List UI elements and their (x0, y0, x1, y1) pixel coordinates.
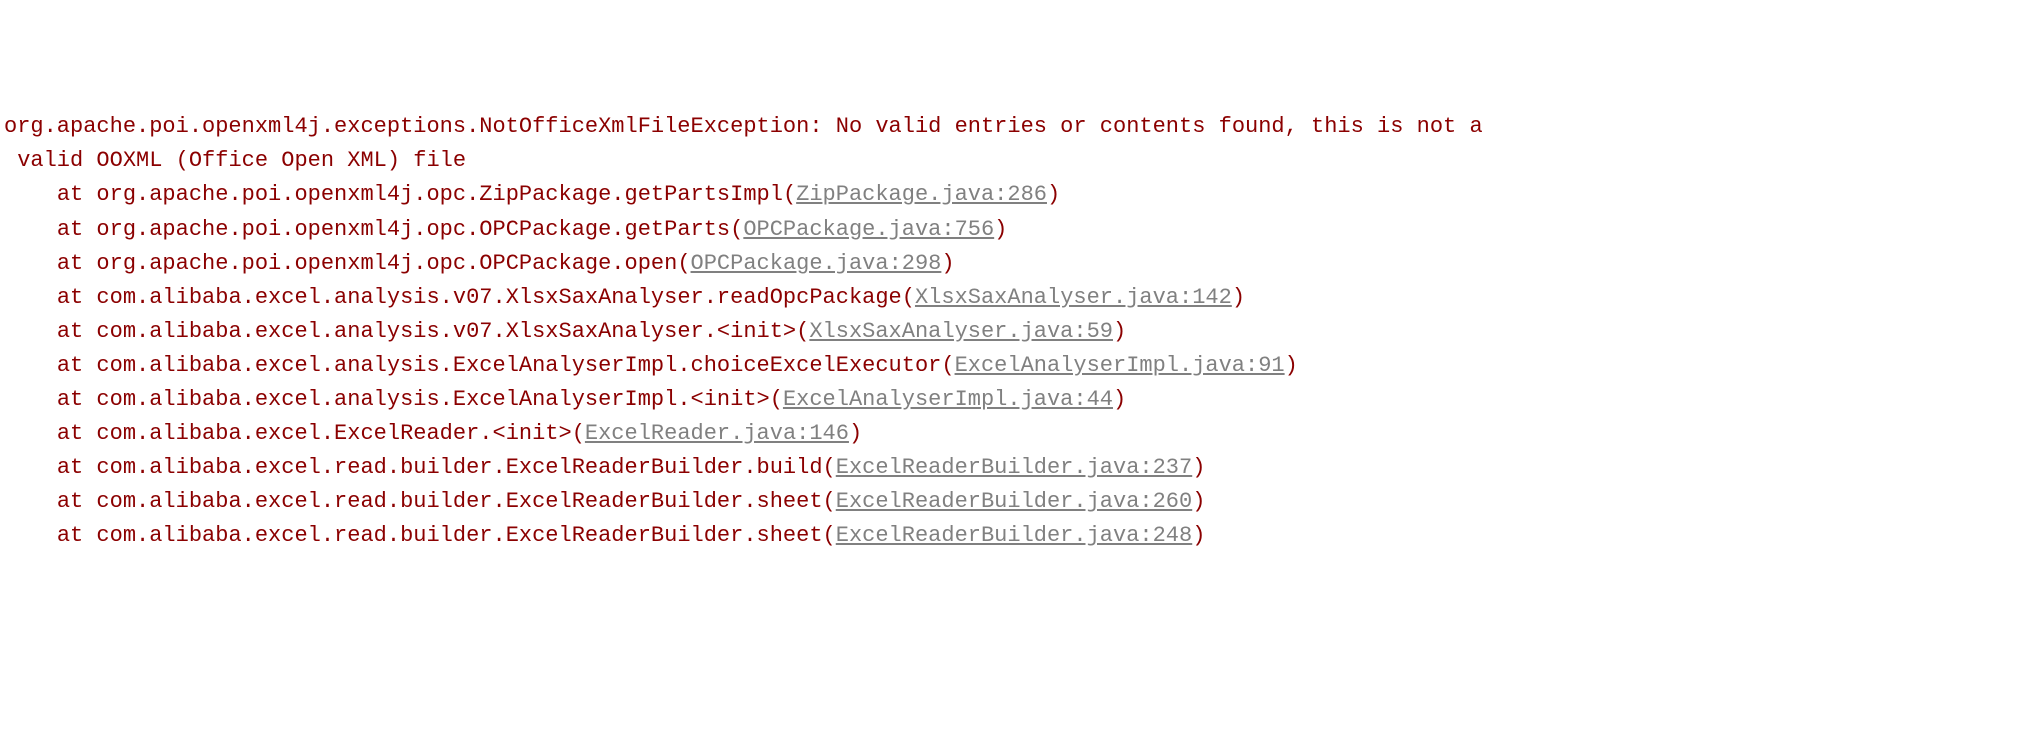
stacktrace-container: org.apache.poi.openxml4j.exceptions.NotO… (4, 110, 2040, 553)
stack-frame: at com.alibaba.excel.analysis.ExcelAnaly… (4, 349, 2040, 383)
at-keyword: at (57, 523, 83, 548)
paren-open: ( (770, 387, 783, 412)
stack-lines: at org.apache.poi.openxml4j.opc.ZipPacka… (4, 178, 2040, 553)
at-keyword: at (57, 421, 83, 446)
paren-open: ( (572, 421, 585, 446)
paren-open: ( (796, 319, 809, 344)
paren-close: ) (1192, 523, 1205, 548)
at-keyword: at (57, 489, 83, 514)
at-keyword: at (57, 353, 83, 378)
stack-file-link[interactable]: ExcelReaderBuilder.java:237 (836, 455, 1192, 480)
stack-frame: at com.alibaba.excel.read.builder.ExcelR… (4, 485, 2040, 519)
paren-close: ) (1232, 285, 1245, 310)
stack-file-link[interactable]: ExcelReaderBuilder.java:248 (836, 523, 1192, 548)
stack-method: com.alibaba.excel.read.builder.ExcelRead… (96, 489, 822, 514)
stack-frame: at com.alibaba.excel.analysis.ExcelAnaly… (4, 383, 2040, 417)
stack-method: org.apache.poi.openxml4j.opc.OPCPackage.… (96, 251, 677, 276)
stack-frame: at com.alibaba.excel.ExcelReader.<init>(… (4, 417, 2040, 451)
at-keyword: at (57, 319, 83, 344)
at-keyword: at (57, 217, 83, 242)
paren-open: ( (677, 251, 690, 276)
paren-open: ( (941, 353, 954, 378)
at-keyword: at (57, 251, 83, 276)
stack-method: com.alibaba.excel.analysis.v07.XlsxSaxAn… (96, 285, 901, 310)
stack-method: org.apache.poi.openxml4j.opc.OPCPackage.… (96, 217, 730, 242)
at-keyword: at (57, 387, 83, 412)
stack-file-link[interactable]: ZipPackage.java:286 (796, 182, 1047, 207)
stack-method: org.apache.poi.openxml4j.opc.ZipPackage.… (96, 182, 783, 207)
stack-frame: at com.alibaba.excel.analysis.v07.XlsxSa… (4, 315, 2040, 349)
stack-frame: at org.apache.poi.openxml4j.opc.OPCPacka… (4, 213, 2040, 247)
stack-frame: at org.apache.poi.openxml4j.opc.OPCPacka… (4, 247, 2040, 281)
stack-method: com.alibaba.excel.analysis.v07.XlsxSaxAn… (96, 319, 796, 344)
at-keyword: at (57, 182, 83, 207)
stack-file-link[interactable]: ExcelReader.java:146 (585, 421, 849, 446)
paren-open: ( (823, 489, 836, 514)
paren-open: ( (902, 285, 915, 310)
paren-close: ) (1047, 182, 1060, 207)
stack-frame: at com.alibaba.excel.read.builder.ExcelR… (4, 519, 2040, 553)
paren-open: ( (823, 455, 836, 480)
stack-frame: at com.alibaba.excel.read.builder.ExcelR… (4, 451, 2040, 485)
stack-file-link[interactable]: ExcelAnalyserImpl.java:91 (955, 353, 1285, 378)
at-keyword: at (57, 285, 83, 310)
stack-method: com.alibaba.excel.read.builder.ExcelRead… (96, 455, 822, 480)
stack-file-link[interactable]: ExcelReaderBuilder.java:260 (836, 489, 1192, 514)
stack-file-link[interactable]: XlsxSaxAnalyser.java:59 (809, 319, 1113, 344)
stack-file-link[interactable]: OPCPackage.java:756 (743, 217, 994, 242)
stack-file-link[interactable]: ExcelAnalyserImpl.java:44 (783, 387, 1113, 412)
stack-file-link[interactable]: XlsxSaxAnalyser.java:142 (915, 285, 1232, 310)
stack-method: com.alibaba.excel.analysis.ExcelAnalyser… (96, 387, 769, 412)
paren-open: ( (730, 217, 743, 242)
stack-method: com.alibaba.excel.ExcelReader.<init> (96, 421, 571, 446)
paren-close: ) (1192, 489, 1205, 514)
stack-file-link[interactable]: OPCPackage.java:298 (691, 251, 942, 276)
paren-close: ) (994, 217, 1007, 242)
paren-close: ) (1113, 319, 1126, 344)
paren-open: ( (783, 182, 796, 207)
paren-close: ) (849, 421, 862, 446)
at-keyword: at (57, 455, 83, 480)
exception-type: org.apache.poi.openxml4j.exceptions.NotO… (4, 114, 809, 139)
exception-message-continuation: valid OOXML (Office Open XML) file (4, 148, 466, 173)
stack-method: com.alibaba.excel.read.builder.ExcelRead… (96, 523, 822, 548)
paren-close: ) (1285, 353, 1298, 378)
paren-open: ( (823, 523, 836, 548)
stack-frame: at org.apache.poi.openxml4j.opc.ZipPacka… (4, 178, 2040, 212)
stack-frame: at com.alibaba.excel.analysis.v07.XlsxSa… (4, 281, 2040, 315)
paren-close: ) (941, 251, 954, 276)
exception-separator: : (809, 114, 835, 139)
exception-message: No valid entries or contents found, this… (836, 114, 1483, 139)
paren-close: ) (1113, 387, 1126, 412)
stack-method: com.alibaba.excel.analysis.ExcelAnalyser… (96, 353, 941, 378)
paren-close: ) (1192, 455, 1205, 480)
